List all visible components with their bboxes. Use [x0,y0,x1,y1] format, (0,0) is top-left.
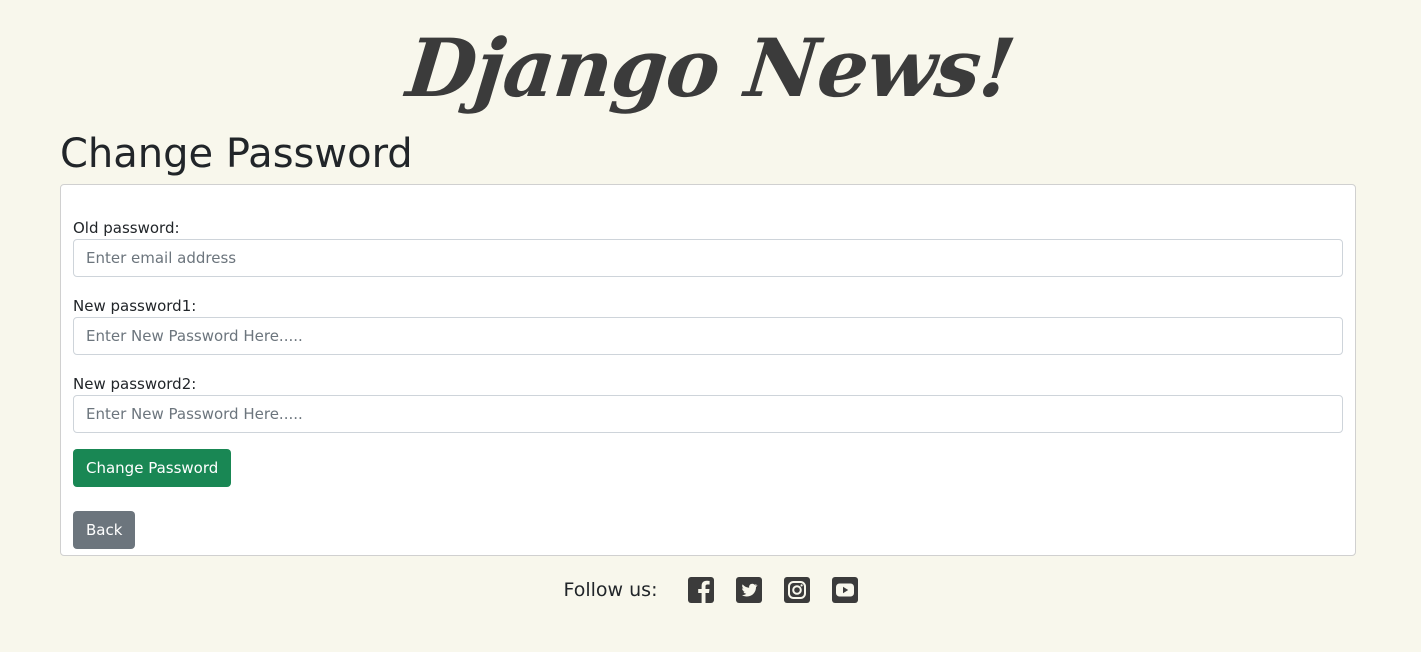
old-password-input[interactable] [73,239,1343,277]
new-password2-input[interactable] [73,395,1343,433]
new-password2-label: New password2: [73,375,197,393]
twitter-icon[interactable] [735,576,763,604]
youtube-icon[interactable] [831,576,859,604]
site-logo[interactable]: Django News! [0,8,1421,132]
follow-us-label: Follow us: [563,579,658,601]
change-password-form: Old password: New password1: New passwor… [60,184,1356,556]
old-password-label: Old password: [73,219,180,237]
change-password-button[interactable]: Change Password [73,449,232,487]
page-title: Change Password [60,131,413,177]
footer: Follow us: [0,570,1421,610]
instagram-icon[interactable] [783,576,811,604]
new-password1-label: New password1: [73,297,197,315]
new-password1-input[interactable] [73,317,1343,355]
facebook-icon[interactable] [687,576,715,604]
back-button[interactable]: Back [73,511,136,549]
